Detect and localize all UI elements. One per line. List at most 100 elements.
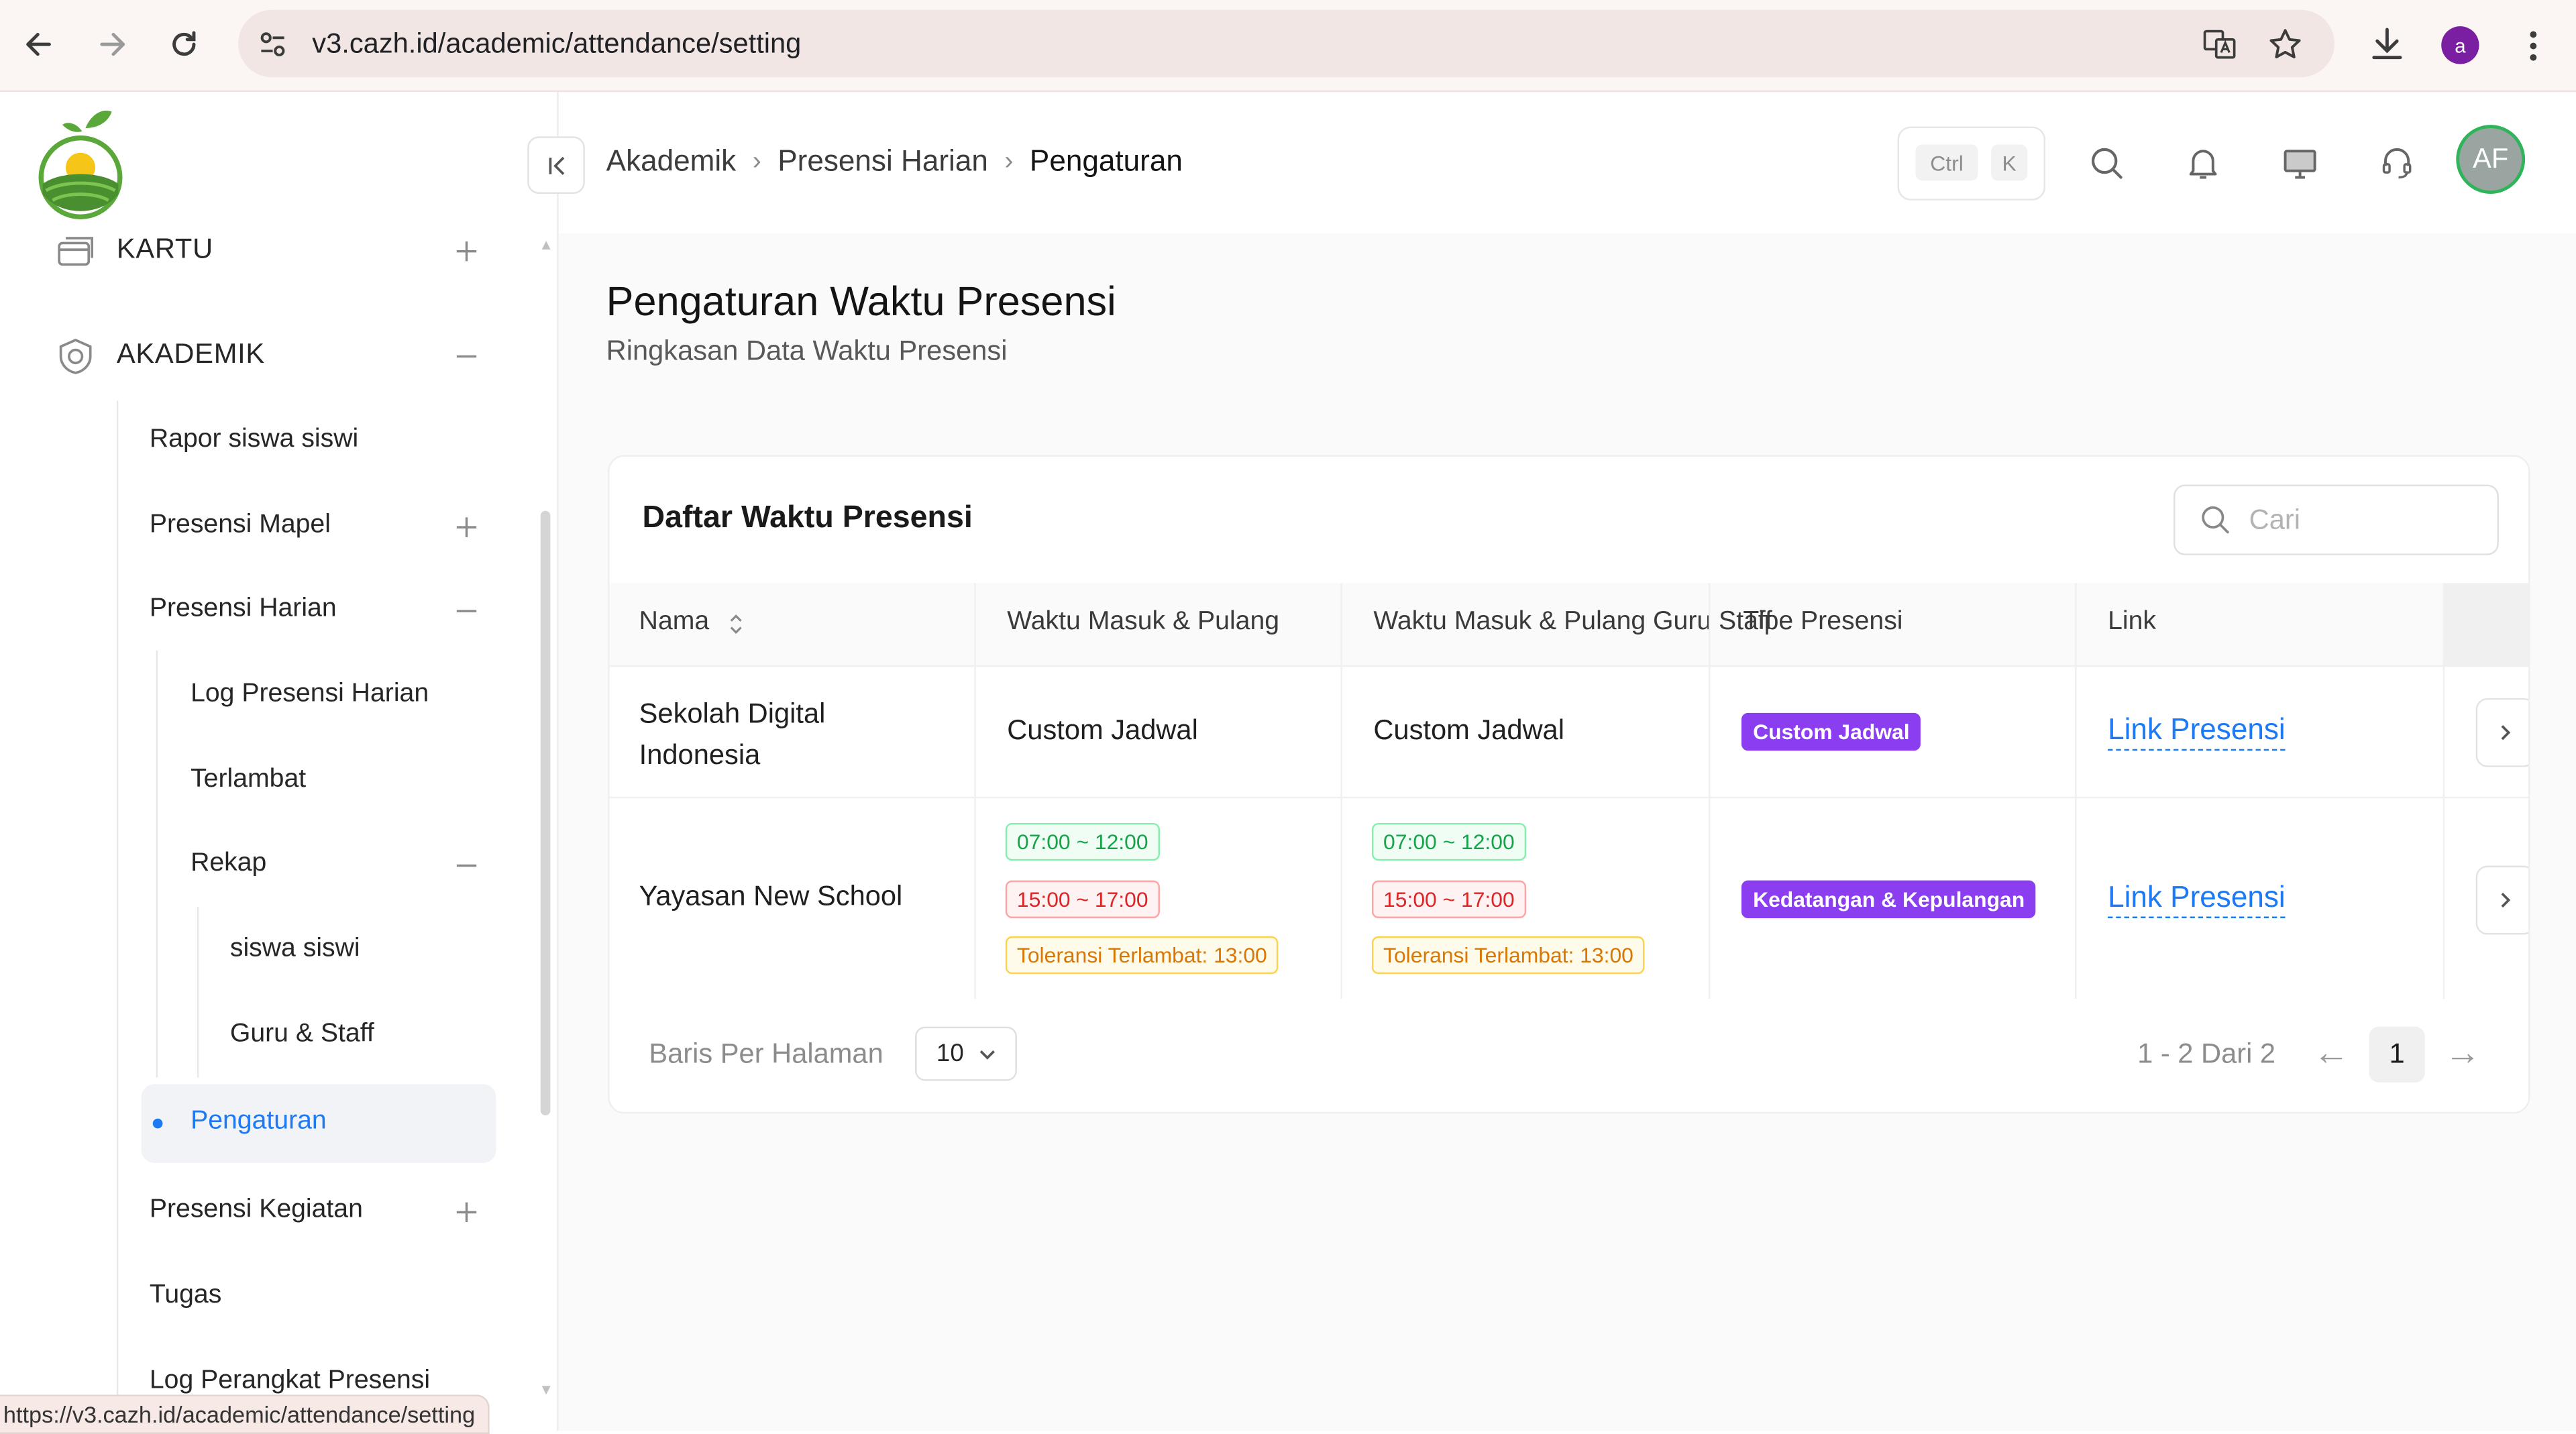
- breadcrumb: Akademik › Presensi Harian › Pengaturan: [606, 145, 1183, 179]
- sidebar-item-pengaturan[interactable]: Pengaturan: [191, 1107, 327, 1137]
- chevron-right-icon: [2501, 725, 2511, 740]
- page-size-value: 10: [936, 1040, 964, 1068]
- browser-toolbar: v3.cazh.id/academic/attendance/setting a: [0, 0, 2576, 93]
- chevron-right-icon: ›: [1004, 147, 1014, 175]
- sidebar-item-tugas[interactable]: Tugas: [150, 1281, 221, 1311]
- collapse-minus-icon[interactable]: [455, 345, 478, 368]
- expand-plus-icon[interactable]: [455, 516, 478, 539]
- translate-icon[interactable]: [2202, 26, 2238, 70]
- sidebar-item-log-perangkat[interactable]: Log Perangkat Presensi: [150, 1367, 430, 1396]
- forward-icon[interactable]: [89, 21, 135, 68]
- chevron-right-icon: [2501, 892, 2511, 908]
- collapse-minus-icon[interactable]: [455, 854, 478, 877]
- rows-per-page-label: Baris Per Halaman: [649, 1038, 883, 1070]
- row-name: Sekolah Digital Indonesia: [639, 698, 826, 771]
- column-divider: [2443, 583, 2445, 999]
- column-waktu: Waktu Masuk & Pulang: [1007, 608, 1280, 636]
- waktu-pulang-badge: 15:00 ~ 17:00: [1005, 880, 1160, 918]
- column-divider: [1708, 583, 1711, 999]
- sidebar-scrollbar[interactable]: [540, 510, 551, 1115]
- link-hover-status: https://v3.cazh.id/academic/attendance/s…: [0, 1394, 490, 1434]
- sidebar-item-presensi-kegiatan[interactable]: Presensi Kegiatan: [150, 1196, 363, 1225]
- prev-page-icon[interactable]: ←: [2313, 1032, 2349, 1074]
- sidebar-item-guru-staff[interactable]: Guru & Staff: [230, 1020, 374, 1050]
- sidebar-item-presensi-mapel[interactable]: Presensi Mapel: [150, 511, 331, 541]
- bookmark-star-icon[interactable]: [2267, 26, 2304, 70]
- breadcrumb-akademik[interactable]: Akademik: [606, 145, 737, 179]
- tree-guide: [197, 906, 199, 1078]
- breadcrumb-pengaturan: Pengaturan: [1029, 144, 1183, 178]
- search-icon: [2200, 504, 2231, 544]
- collapse-left-icon: [548, 156, 564, 174]
- collapse-minus-icon[interactable]: [455, 600, 478, 622]
- fixed-column-header: [2443, 583, 2529, 665]
- scroll-down-icon[interactable]: ▼: [539, 1382, 553, 1398]
- page-title: Pengaturan Waktu Presensi: [606, 279, 1116, 325]
- column-divider: [974, 583, 976, 999]
- page-number-current[interactable]: 1: [2369, 1026, 2425, 1083]
- expand-plus-icon[interactable]: [455, 240, 478, 263]
- link-presensi[interactable]: Link Presensi: [2108, 881, 2286, 918]
- sidebar-item-kartu[interactable]: KARTU: [117, 233, 213, 266]
- column-waktu-guru: Waktu Masuk & Pulang Guru Staff: [1373, 608, 1772, 636]
- tree-guide: [156, 650, 158, 1078]
- sort-icon[interactable]: [728, 612, 744, 644]
- tipe-badge: Custom Jadwal: [1741, 712, 1921, 751]
- tree-guide: [116, 400, 119, 1431]
- toleransi-badge: Toleransi Terlambat: 13:00: [1005, 936, 1279, 975]
- card-title: Daftar Waktu Presensi: [642, 500, 973, 536]
- kbd-ctrl: Ctrl: [1915, 144, 1978, 181]
- attendance-time-card: Daftar Waktu Presensi Cari Nama Waktu Ma…: [608, 455, 2530, 1114]
- column-link: Link: [2108, 608, 2156, 636]
- expand-plus-icon[interactable]: [455, 1201, 478, 1223]
- scroll-up-icon[interactable]: ▲: [539, 237, 553, 253]
- row-waktu-guru: Custom Jadwal: [1373, 714, 1564, 746]
- next-page-icon[interactable]: →: [2445, 1032, 2481, 1074]
- column-divider: [2075, 583, 2077, 999]
- chevron-right-icon: ›: [752, 147, 761, 175]
- active-dot-icon: [152, 1118, 163, 1129]
- guru-toleransi-badge: Toleransi Terlambat: 13:00: [1371, 936, 1646, 975]
- page-subtitle: Ringkasan Data Waktu Presensi: [606, 335, 1008, 367]
- search-input[interactable]: Cari: [2174, 484, 2499, 555]
- page-size-select[interactable]: 10: [915, 1026, 1017, 1081]
- row-detail-button[interactable]: [2475, 698, 2529, 767]
- breadcrumb-presensi-harian[interactable]: Presensi Harian: [777, 145, 988, 179]
- sidebar-item-log-harian[interactable]: Log Presensi Harian: [191, 680, 429, 710]
- sidebar-item-rekap[interactable]: Rekap: [191, 849, 266, 879]
- column-divider: [1340, 583, 1342, 999]
- kbd-k: K: [1991, 144, 2028, 181]
- headset-support-icon[interactable]: [2375, 142, 2418, 184]
- row-detail-button[interactable]: [2475, 865, 2529, 935]
- url-text[interactable]: v3.cazh.id/academic/attendance/setting: [312, 28, 801, 61]
- back-icon[interactable]: [16, 21, 62, 68]
- user-avatar[interactable]: AF: [2456, 125, 2526, 194]
- row-waktu: Custom Jadwal: [1007, 714, 1198, 746]
- tipe-badge: Kedatangan & Kepulangan: [1741, 880, 2037, 918]
- sidebar-item-akademik[interactable]: AKADEMIK: [117, 338, 265, 371]
- address-bar[interactable]: v3.cazh.id/academic/attendance/setting: [238, 9, 2335, 78]
- sidebar-item-terlambat[interactable]: Terlambat: [191, 765, 306, 795]
- row-name: Yayasan New School: [639, 880, 903, 912]
- row-divider: [609, 796, 2529, 799]
- collapse-sidebar-button[interactable]: [527, 136, 585, 194]
- download-icon[interactable]: [2367, 25, 2407, 72]
- site-settings-icon[interactable]: [258, 30, 287, 67]
- sidebar-item-rapor[interactable]: Rapor siswa siswi: [150, 425, 358, 455]
- sidebar-item-presensi-harian[interactable]: Presensi Harian: [150, 595, 337, 624]
- sidebar-item-siswa[interactable]: siswa siswi: [230, 934, 360, 964]
- app-logo-icon[interactable]: [36, 109, 128, 221]
- link-presensi[interactable]: Link Presensi: [2108, 713, 2286, 751]
- chevron-down-icon: [979, 1050, 995, 1060]
- column-nama[interactable]: Nama: [639, 608, 710, 637]
- more-options-icon[interactable]: [2517, 28, 2550, 72]
- guru-masuk-badge: 07:00 ~ 12:00: [1371, 822, 1526, 861]
- guru-pulang-badge: 15:00 ~ 17:00: [1371, 880, 1526, 918]
- monitor-icon[interactable]: [2279, 142, 2322, 184]
- profile-avatar[interactable]: a: [2441, 26, 2479, 64]
- command-palette-shortcut[interactable]: Ctrl K: [1897, 126, 2046, 201]
- sidebar: KARTU AKADEMIK Rapor siswa siswi Presens…: [0, 92, 559, 1431]
- search-icon[interactable]: [2085, 142, 2128, 184]
- reload-icon[interactable]: [161, 21, 207, 68]
- bell-icon[interactable]: [2182, 142, 2224, 184]
